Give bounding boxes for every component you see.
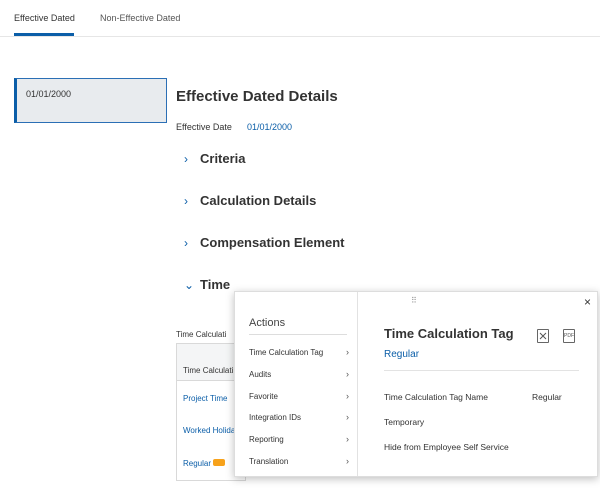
menu-item-label: Audits bbox=[249, 370, 272, 379]
chevron-down-icon: ⌄ bbox=[184, 278, 195, 292]
effective-date-value[interactable]: 01/01/2000 bbox=[247, 122, 292, 132]
actions-menu: Actions Time Calculation Tag › Audits › Fa… bbox=[235, 292, 358, 476]
popup-heading: Time Calculation Tag bbox=[384, 326, 514, 341]
time-calculation-grid-label: Time Calculati bbox=[176, 330, 227, 339]
menu-item-label: Translation bbox=[249, 457, 289, 466]
chevron-right-icon: › bbox=[346, 347, 349, 357]
accordion-compensation-element[interactable]: › Compensation Element bbox=[184, 235, 344, 250]
menu-item-audits[interactable]: Audits › bbox=[249, 369, 349, 384]
divider bbox=[249, 334, 347, 335]
related-actions-popup: Actions Time Calculation Tag › Audits › Fa… bbox=[234, 291, 598, 477]
menu-item-label: Favorite bbox=[249, 392, 278, 401]
field-label: Time Calculation Tag Name bbox=[384, 392, 488, 402]
excel-glyph-icon bbox=[539, 332, 547, 340]
pdf-export-icon[interactable]: PDF bbox=[563, 329, 575, 343]
accordion-time-label: Time bbox=[200, 277, 231, 292]
chevron-right-icon: › bbox=[346, 369, 349, 379]
chevron-right-icon: › bbox=[346, 456, 349, 466]
grid-column-header[interactable]: Time Calculati bbox=[183, 366, 233, 375]
tab-effective-dated[interactable]: Effective Dated bbox=[14, 13, 75, 23]
table-row[interactable]: Worked Holida bbox=[183, 426, 235, 435]
tab-non-effective-dated[interactable]: Non-Effective Dated bbox=[100, 13, 180, 23]
menu-item-label: Integration IDs bbox=[249, 413, 302, 422]
effective-date-list-item-label: 01/01/2000 bbox=[26, 89, 72, 99]
field-label: Temporary bbox=[384, 417, 425, 427]
tab-bar: Effective Dated Non-Effective Dated bbox=[0, 0, 600, 37]
menu-item-reporting[interactable]: Reporting › bbox=[249, 434, 349, 449]
actions-title: Actions bbox=[249, 317, 286, 329]
excel-export-icon[interactable] bbox=[537, 329, 549, 343]
menu-item-favorite[interactable]: Favorite › bbox=[249, 391, 349, 406]
drag-handle-icon[interactable]: ⠿ bbox=[411, 296, 418, 305]
table-row[interactable]: Regular bbox=[183, 459, 211, 468]
close-button[interactable]: × bbox=[584, 295, 591, 309]
accordion-calculation-details[interactable]: › Calculation Details bbox=[184, 193, 316, 208]
chevron-right-icon: › bbox=[184, 152, 188, 166]
field-value: Regular bbox=[532, 392, 562, 402]
accordion-criteria[interactable]: › Criteria bbox=[184, 151, 246, 166]
popup-subheading[interactable]: Regular bbox=[384, 349, 419, 360]
chevron-right-icon: › bbox=[346, 434, 349, 444]
page-title: Effective Dated Details bbox=[176, 88, 338, 105]
menu-item-translation[interactable]: Translation › bbox=[249, 456, 349, 471]
active-tab-indicator bbox=[14, 33, 74, 36]
menu-item-time-calculation-tag[interactable]: Time Calculation Tag › bbox=[249, 347, 349, 362]
field-label: Hide from Employee Self Service bbox=[384, 442, 509, 452]
menu-item-label: Reporting bbox=[249, 435, 284, 444]
accordion-time[interactable]: ⌄ Time bbox=[184, 277, 230, 292]
effective-date-label: Effective Date bbox=[176, 122, 232, 132]
chevron-right-icon: › bbox=[184, 236, 188, 250]
accordion-compensation-element-label: Compensation Element bbox=[200, 235, 345, 250]
chevron-right-icon: › bbox=[346, 391, 349, 401]
chevron-right-icon: › bbox=[346, 412, 349, 422]
chevron-right-icon: › bbox=[184, 194, 188, 208]
divider bbox=[384, 370, 579, 371]
menu-item-label: Time Calculation Tag bbox=[249, 348, 324, 357]
accordion-calculation-details-label: Calculation Details bbox=[200, 193, 317, 208]
table-row[interactable]: Project Time bbox=[183, 394, 227, 403]
accordion-criteria-label: Criteria bbox=[200, 151, 246, 166]
related-actions-button[interactable] bbox=[213, 455, 225, 466]
effective-date-list-item[interactable]: 01/01/2000 bbox=[14, 78, 167, 123]
menu-item-integration-ids[interactable]: Integration IDs › bbox=[249, 412, 349, 427]
